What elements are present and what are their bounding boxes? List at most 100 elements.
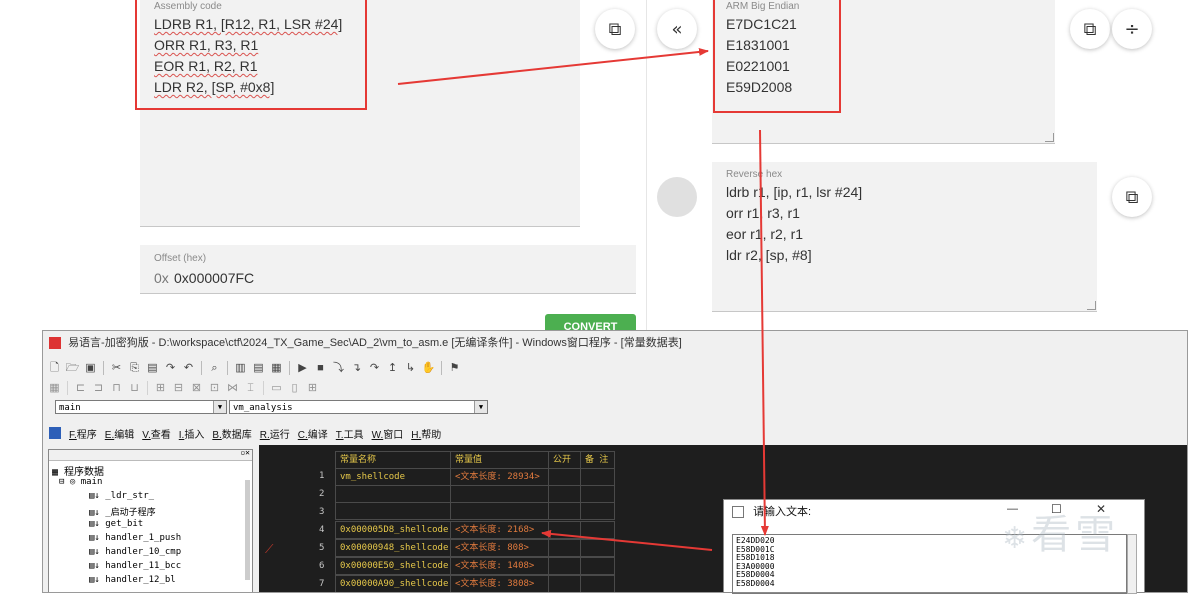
menu-item-edit[interactable]: E.编辑 <box>105 426 134 442</box>
layout-1-icon[interactable]: ▥ <box>233 361 248 376</box>
align-left-icon[interactable]: ⊏ <box>73 381 88 396</box>
tree-item[interactable]: ▤↓ _ldr_str_ <box>89 491 154 501</box>
menu-item-compile[interactable]: C.编译 <box>298 426 328 442</box>
distribute-icon[interactable]: ⋈ <box>225 381 240 396</box>
menu-label: 工具 <box>343 430 364 441</box>
menu-item-help[interactable]: H.帮助 <box>411 426 441 442</box>
constant-name-cell[interactable]: 0x000005D8_shellcode <box>335 521 451 539</box>
resize-grip[interactable] <box>1087 301 1096 310</box>
constant-value-cell[interactable]: <文本长度: 28934> <box>450 468 549 486</box>
debug-icon[interactable]: ⚑ <box>447 361 462 376</box>
align-top-icon[interactable]: ⊓ <box>109 381 124 396</box>
hand-icon[interactable]: ✋ <box>421 361 436 376</box>
tree-root[interactable]: ▦ 程序数据 <box>52 463 104 478</box>
tree-item[interactable]: ▤↓ handler_11_bcc <box>89 561 181 571</box>
module-combo[interactable]: vm_analysis ▼ <box>229 400 488 414</box>
layout-3-icon[interactable]: ▦ <box>269 361 284 376</box>
menu-item-insert[interactable]: I.插入 <box>179 426 205 442</box>
split-button[interactable]: ÷ <box>1112 9 1152 49</box>
undo-icon[interactable]: ↶ <box>181 361 196 376</box>
menu-item-tools[interactable]: T.工具 <box>336 426 364 442</box>
tree-item[interactable]: ▤↓ get_bit <box>89 519 143 529</box>
constant-public-cell[interactable] <box>548 575 581 592</box>
constant-value-cell[interactable]: <文本长度: 2168> <box>450 521 549 539</box>
tree-item[interactable]: ▤↓ handler_1_push <box>89 533 181 543</box>
constant-remark-cell[interactable] <box>580 485 615 503</box>
constant-name-cell[interactable] <box>335 485 451 503</box>
constant-name-cell[interactable]: vm_shellcode <box>335 468 451 486</box>
layout-2-icon[interactable]: ▤ <box>251 361 266 376</box>
step-out-icon[interactable]: ↥ <box>385 361 400 376</box>
constant-name-cell[interactable]: 0x00000A90_shellcode <box>335 575 451 592</box>
save-icon[interactable]: ▣ <box>83 361 98 376</box>
menu-item-database[interactable]: B.数据库 <box>212 426 251 442</box>
dialog-scrollbar[interactable] <box>1127 534 1137 594</box>
constant-public-cell[interactable] <box>548 502 581 520</box>
step-over-icon[interactable]: ↷ <box>367 361 382 376</box>
find-icon[interactable]: ⌕ <box>207 361 222 376</box>
toolbar-separator <box>103 361 104 375</box>
swap-button[interactable]: « <box>657 9 697 49</box>
paste-icon[interactable]: ▤ <box>145 361 160 376</box>
constant-remark-cell[interactable] <box>580 539 615 557</box>
space-v-icon[interactable]: ⊡ <box>207 381 222 396</box>
tree-item[interactable]: ▤↓ handler_10_cmp <box>89 547 181 557</box>
tree-scrollbar[interactable] <box>245 480 250 580</box>
align-bottom-icon[interactable]: ⊔ <box>127 381 142 396</box>
new-file-icon[interactable]: 🗋 <box>47 361 62 376</box>
copy-reverse-button[interactable]: ⧉ <box>1112 177 1152 217</box>
constant-name-cell[interactable] <box>335 502 451 520</box>
tree-item[interactable]: ▤↓ _启动子程序 <box>89 505 156 518</box>
column-header-remark: 备 注 <box>580 451 615 469</box>
stop-icon[interactable]: ■ <box>313 361 328 376</box>
redo-icon[interactable]: ↷ <box>163 361 178 376</box>
constant-remark-cell[interactable] <box>580 502 615 520</box>
constant-value-cell[interactable]: <文本长度: 3808> <box>450 575 549 592</box>
same-width-icon[interactable]: ⊞ <box>153 381 168 396</box>
copy-icon[interactable]: ⎘ <box>127 361 142 376</box>
close-icon[interactable]: ▫✕ <box>240 448 250 457</box>
run-cursor-icon[interactable]: ↳ <box>403 361 418 376</box>
chevron-down-icon[interactable]: ▼ <box>213 401 226 413</box>
menu-item-window[interactable]: W.窗口 <box>372 426 404 442</box>
same-height-icon[interactable]: ⊟ <box>171 381 186 396</box>
procedure-combo[interactable]: main ▼ <box>55 400 227 414</box>
menu-item-view[interactable]: V.查看 <box>142 426 171 442</box>
copy-big-endian-button[interactable]: ⧉ <box>1070 9 1110 49</box>
constant-public-cell[interactable] <box>548 468 581 486</box>
constant-public-cell[interactable] <box>548 557 581 575</box>
align-icon[interactable]: ▦ <box>47 381 62 396</box>
constant-remark-cell[interactable] <box>580 557 615 575</box>
grid-icon[interactable]: ⊞ <box>305 381 320 396</box>
constant-name-cell[interactable]: 0x00000948_shellcode <box>335 539 451 557</box>
program-tree[interactable]: ▫✕ ▦ 程序数据 ⊟ ◎ main ▤↓ _ldr_str_ ▤↓ _启动子程… <box>48 448 253 592</box>
constant-value-cell[interactable] <box>450 502 549 520</box>
menu-item-run[interactable]: R.运行 <box>260 426 290 442</box>
step-icon[interactable]: ⤵ <box>331 361 346 376</box>
open-folder-icon[interactable]: 🗁 <box>65 361 80 376</box>
constant-remark-cell[interactable] <box>580 575 615 592</box>
constant-remark-cell[interactable] <box>580 521 615 539</box>
step-into-icon[interactable]: ↴ <box>349 361 364 376</box>
constant-public-cell[interactable] <box>548 539 581 557</box>
constant-value-cell[interactable]: <文本长度: 1408> <box>450 557 549 575</box>
menu-item-program[interactable]: F.程序 <box>69 426 97 442</box>
tree-item[interactable]: ▤↓ handler_12_bl <box>89 575 176 585</box>
run-icon[interactable]: ▶ <box>295 361 310 376</box>
resize-grip[interactable] <box>1045 133 1054 142</box>
constant-value-cell[interactable] <box>450 485 549 503</box>
order-front-icon[interactable]: ▭ <box>269 381 284 396</box>
chevron-down-icon[interactable]: ▼ <box>474 401 487 413</box>
copy-assembly-button[interactable]: ⧉ <box>595 9 635 49</box>
constant-remark-cell[interactable] <box>580 468 615 486</box>
align-center-icon[interactable]: ⊐ <box>91 381 106 396</box>
order-back-icon[interactable]: ▯ <box>287 381 302 396</box>
space-h-icon[interactable]: ⊠ <box>189 381 204 396</box>
constant-value-cell[interactable]: <文本长度: 808> <box>450 539 549 557</box>
constant-name-cell[interactable]: 0x00000E50_shellcode <box>335 557 451 575</box>
tree-main[interactable]: ⊟ ◎ main <box>59 477 102 487</box>
center-icon[interactable]: ⌶ <box>243 381 258 396</box>
constant-public-cell[interactable] <box>548 485 581 503</box>
cut-icon[interactable]: ✂ <box>109 361 124 376</box>
constant-public-cell[interactable] <box>548 521 581 539</box>
